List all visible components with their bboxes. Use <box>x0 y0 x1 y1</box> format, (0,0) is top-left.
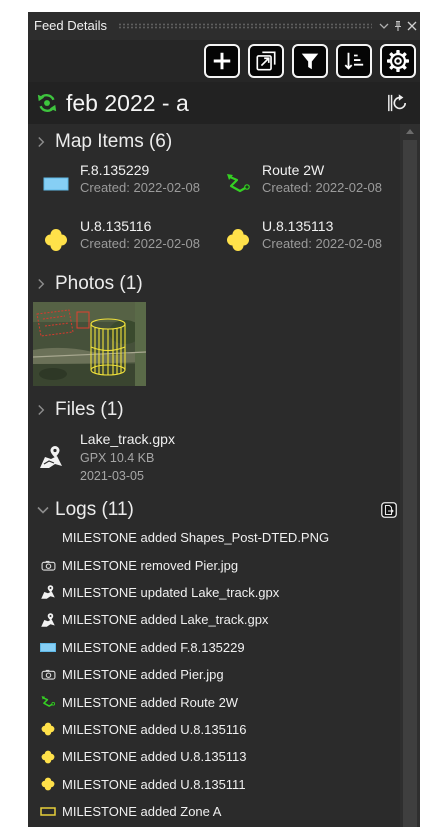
point-marker-icon <box>38 776 58 792</box>
export-log-icon[interactable] <box>381 502 397 518</box>
file-item[interactable]: Lake_track.gpx GPX 10.4 KB 2021-03-05 <box>28 430 400 488</box>
route-icon <box>38 694 58 710</box>
log-entry-text: MILESTONE added Pier.jpg <box>62 667 224 683</box>
log-entry[interactable]: MILESTONE added Shapes_Post-DTED.PNG <box>28 524 400 551</box>
file-date: 2021-03-05 <box>80 469 144 483</box>
open-external-button[interactable] <box>248 44 284 78</box>
section-label: Files (1) <box>55 399 124 420</box>
add-button[interactable] <box>204 44 240 78</box>
log-entry[interactable]: MILESTONE added Zone A <box>28 798 400 825</box>
log-list: MILESTONE added Shapes_Post-DTED.PNG MIL… <box>28 524 400 825</box>
log-entry[interactable]: MILESTONE added U.8.135116 <box>28 716 400 743</box>
vertical-scrollbar[interactable] <box>400 124 420 827</box>
log-entry-text: MILESTONE added Route 2W <box>62 694 239 710</box>
log-entry-text: MILESTONE added U.8.135116 <box>62 721 247 737</box>
sort-button[interactable] <box>336 44 372 78</box>
gpx-file-icon <box>38 584 58 600</box>
point-marker-icon <box>38 749 58 765</box>
chevron-down-icon <box>37 506 49 514</box>
plus-icon <box>213 52 231 70</box>
chevron-down-icon[interactable] <box>378 20 390 32</box>
log-entry[interactable]: MILESTONE added Pier.jpg <box>28 661 400 688</box>
point-marker-icon <box>38 721 58 737</box>
chevron-right-icon <box>38 404 45 416</box>
map-item[interactable]: Route 2W Created: 2022-02-08 <box>220 160 392 216</box>
log-entry[interactable]: MILESTONE added Route 2W <box>28 688 400 715</box>
log-entry-text: MILESTONE added U.8.135113 <box>62 749 247 765</box>
map-item-name: U.8.135113 <box>262 218 334 234</box>
filter-button[interactable] <box>292 44 328 78</box>
point-marker-icon <box>220 228 256 252</box>
feed-content: Map Items (6) F.8.135229 Created: 2022-0… <box>28 124 400 827</box>
log-entry[interactable]: MILESTONE removed Pier.jpg <box>28 551 400 578</box>
log-entry-text: MILESTONE added Shapes_Post-DTED.PNG <box>62 530 330 546</box>
split-sync-icon[interactable] <box>386 93 408 113</box>
map-item-created: Created: 2022-02-08 <box>262 236 382 251</box>
gpx-file-icon <box>38 612 58 628</box>
chevron-right-icon <box>38 136 45 148</box>
settings-button[interactable] <box>380 44 416 78</box>
log-entry[interactable]: MILESTONE added U.8.135111 <box>28 771 400 798</box>
file-name: Lake_track.gpx <box>80 431 175 447</box>
scroll-thumb[interactable] <box>403 140 417 827</box>
panel-title: Feed Details <box>34 18 107 33</box>
log-entry-text: MILESTONE added F.8.135229 <box>62 639 245 655</box>
chevron-right-icon <box>38 278 45 290</box>
feed-name: feb 2022 - a <box>66 90 189 116</box>
log-entry[interactable]: MILESTONE updated Lake_track.gpx <box>28 579 400 606</box>
photo-thumbnail[interactable] <box>33 302 146 386</box>
map-item-name: Route 2W <box>262 162 325 178</box>
scroll-up-arrow-icon[interactable] <box>406 129 414 134</box>
section-label: Map Items (6) <box>55 131 173 152</box>
map-item[interactable]: U.8.135113 Created: 2022-02-08 <box>220 216 392 272</box>
map-item-name: U.8.135116 <box>80 218 152 234</box>
sync-icon <box>37 94 57 112</box>
log-entry-text: MILESTONE removed Pier.jpg <box>62 557 239 573</box>
open-external-icon <box>256 51 276 71</box>
map-item-name: F.8.135229 <box>80 162 150 178</box>
close-icon[interactable] <box>406 20 418 32</box>
section-header-logs[interactable]: Logs (11) <box>28 494 400 526</box>
map-item-created: Created: 2022-02-08 <box>262 180 382 195</box>
log-entry-text: MILESTONE added Lake_track.gpx <box>62 612 269 628</box>
map-item[interactable]: F.8.135229 Created: 2022-02-08 <box>38 160 210 216</box>
camera-icon <box>38 667 58 683</box>
section-header-map-items[interactable]: Map Items (6) <box>28 124 400 160</box>
sort-icon <box>344 52 364 70</box>
map-item-created: Created: 2022-02-08 <box>80 180 200 195</box>
section-label: Photos (1) <box>55 273 143 294</box>
log-entry[interactable]: MILESTONE added U.8.135113 <box>28 743 400 770</box>
log-entry[interactable]: MILESTONE added Lake_track.gpx <box>28 606 400 633</box>
toolbar <box>28 40 420 82</box>
drag-grip[interactable] <box>118 23 372 29</box>
section-header-files[interactable]: Files (1) <box>28 394 400 426</box>
feed-title-row: feb 2022 - a <box>28 82 420 124</box>
map-item-created: Created: 2022-02-08 <box>80 236 200 251</box>
file-size: GPX 10.4 KB <box>80 451 155 465</box>
section-header-photos[interactable]: Photos (1) <box>28 268 400 300</box>
filter-icon <box>301 53 319 70</box>
log-entry-text: MILESTONE updated Lake_track.gpx <box>62 584 280 600</box>
section-label: Logs (11) <box>55 499 134 520</box>
pin-icon[interactable] <box>392 20 404 32</box>
log-entry-text: MILESTONE added Zone A <box>62 804 222 820</box>
camera-icon <box>38 557 58 573</box>
panel-header[interactable]: Feed Details <box>28 12 420 40</box>
toolbar-buttons <box>204 44 416 78</box>
gpx-file-icon <box>40 446 62 468</box>
zone-outline-icon <box>38 804 58 820</box>
gear-icon <box>387 50 409 72</box>
rectangle-shape-icon <box>38 172 74 196</box>
rectangle-shape-icon <box>38 639 58 655</box>
log-entry[interactable]: MILESTONE added F.8.135229 <box>28 634 400 661</box>
point-marker-icon <box>38 228 74 252</box>
feed-details-panel: Feed Details feb 2022 - a Map Items (6) … <box>28 12 420 827</box>
map-item[interactable]: U.8.135116 Created: 2022-02-08 <box>38 216 210 272</box>
log-entry-text: MILESTONE added U.8.135111 <box>62 776 246 792</box>
route-icon <box>220 172 256 196</box>
